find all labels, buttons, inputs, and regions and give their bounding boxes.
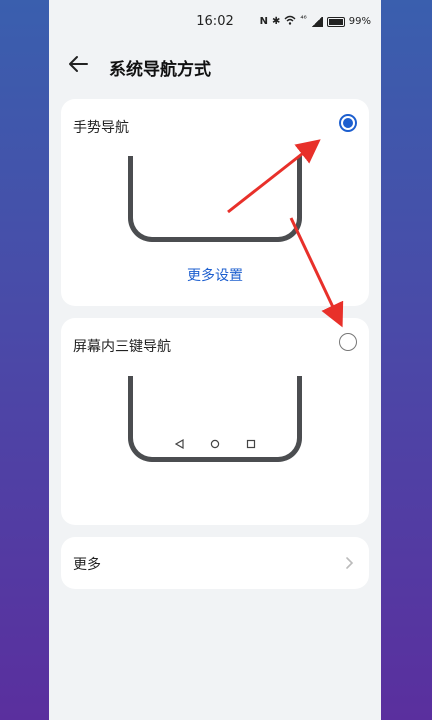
more-label: 更多 bbox=[73, 557, 101, 573]
nfc-icon: N bbox=[259, 16, 268, 27]
network-type-icon: ⁴⁶ bbox=[300, 14, 307, 23]
gesture-navigation-label: 手势导航 bbox=[73, 120, 129, 136]
home-circle-icon bbox=[210, 439, 220, 449]
more-row[interactable]: 更多 bbox=[61, 537, 369, 589]
wifi-icon bbox=[284, 15, 296, 28]
three-key-navigation-card[interactable]: 屏幕内三键导航 bbox=[61, 318, 369, 525]
three-key-preview-illustration bbox=[128, 376, 302, 462]
back-triangle-icon bbox=[174, 439, 184, 449]
status-bar: 16:02 N ✱ ⁴⁶ 99% bbox=[49, 0, 381, 44]
more-settings-link[interactable]: 更多设置 bbox=[61, 265, 369, 285]
app-header: 系统导航方式 bbox=[49, 44, 381, 88]
recents-square-icon bbox=[246, 439, 256, 449]
phone-screen: 16:02 N ✱ ⁴⁶ 99% 系统导航方式 手势导航 更多设置 屏幕内三键导… bbox=[49, 0, 381, 720]
three-key-navigation-radio[interactable] bbox=[339, 333, 357, 351]
gesture-preview-illustration bbox=[128, 156, 302, 242]
battery-percent: 99% bbox=[348, 16, 371, 27]
battery-icon bbox=[326, 16, 345, 27]
nav-keys-row bbox=[133, 439, 297, 449]
gesture-navigation-card[interactable]: 手势导航 更多设置 bbox=[61, 99, 369, 306]
three-key-navigation-label: 屏幕内三键导航 bbox=[73, 339, 171, 355]
page-title: 系统导航方式 bbox=[109, 60, 211, 80]
bluetooth-icon: ✱ bbox=[271, 16, 281, 27]
chevron-right-icon bbox=[343, 555, 355, 569]
gesture-navigation-radio[interactable] bbox=[339, 114, 357, 132]
signal-icon bbox=[310, 16, 323, 27]
status-icons: N ✱ ⁴⁶ 99% bbox=[259, 14, 371, 28]
back-arrow-icon[interactable] bbox=[67, 54, 93, 78]
